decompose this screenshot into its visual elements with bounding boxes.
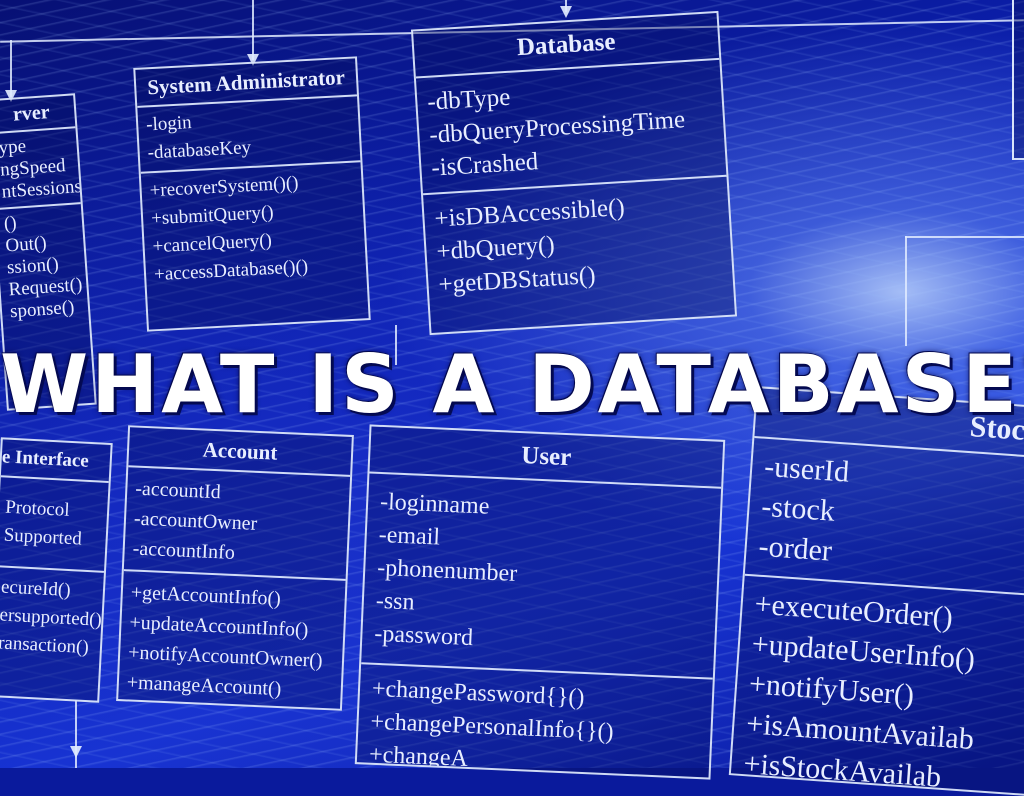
account-class-box: Account -accountId -accountOwner -accoun… — [116, 425, 354, 711]
slide-title: WHAT IS A DATABASE? — [0, 338, 1024, 431]
attributes-section: -accountId -accountOwner -accountInfo — [123, 467, 351, 581]
methods-section: +executeOrder() +updateUserInfo() +notif… — [730, 576, 1024, 796]
database-class-box: Database -dbType -dbQueryProcessingTime … — [410, 10, 738, 336]
methods-section: ecureId() ersupported() ransaction() — [0, 567, 104, 669]
attributes-section: Protocol Supported — [0, 477, 109, 573]
methods-section: +changePassword{}() +changePersonalInfo{… — [356, 664, 713, 779]
class-name: e Interface — [0, 439, 111, 483]
attribute: ntSessions — [0, 176, 83, 203]
connector-line — [905, 236, 907, 346]
attribute: Supported — [3, 524, 83, 550]
attributes-section: -dbType -dbQueryProcessingTime -isCrashe… — [415, 59, 727, 196]
attributes-section: ype ngSpeed ntSessions — [0, 128, 83, 211]
attributes-section: -loginname -email -phonenumber -ssn -pas… — [361, 473, 722, 680]
stock-class-box: Stock -userId -stock -order +executeOrde… — [728, 386, 1024, 796]
attributes-section: -login -databaseKey — [137, 96, 361, 174]
partial-class-box — [1012, 0, 1024, 160]
attributes-section: -userId -stock -order — [744, 438, 1024, 597]
method: ransaction() — [0, 632, 90, 659]
methods-section: () Out() ssion() Request() sponse() — [0, 204, 89, 328]
connector-line — [252, 0, 254, 60]
system-administrator-class-box: System Administrator -login -databaseKey… — [133, 56, 371, 332]
method: sponse() — [9, 296, 76, 323]
methods-section: +recoverSystem()() +submitQuery() +cance… — [141, 162, 367, 293]
methods-section: +getAccountInfo() +updateAccountInfo() +… — [118, 571, 346, 711]
arrow-icon — [70, 746, 82, 758]
arrow-icon — [560, 6, 572, 18]
interface-class-box: e Interface Protocol Supported ecureId()… — [0, 437, 113, 703]
connector-line — [905, 236, 1024, 238]
methods-section: +isDBAccessible() +dbQuery() +getDBStatu… — [423, 177, 733, 310]
user-class-box: User -loginname -email -phonenumber -ssn… — [354, 424, 726, 780]
